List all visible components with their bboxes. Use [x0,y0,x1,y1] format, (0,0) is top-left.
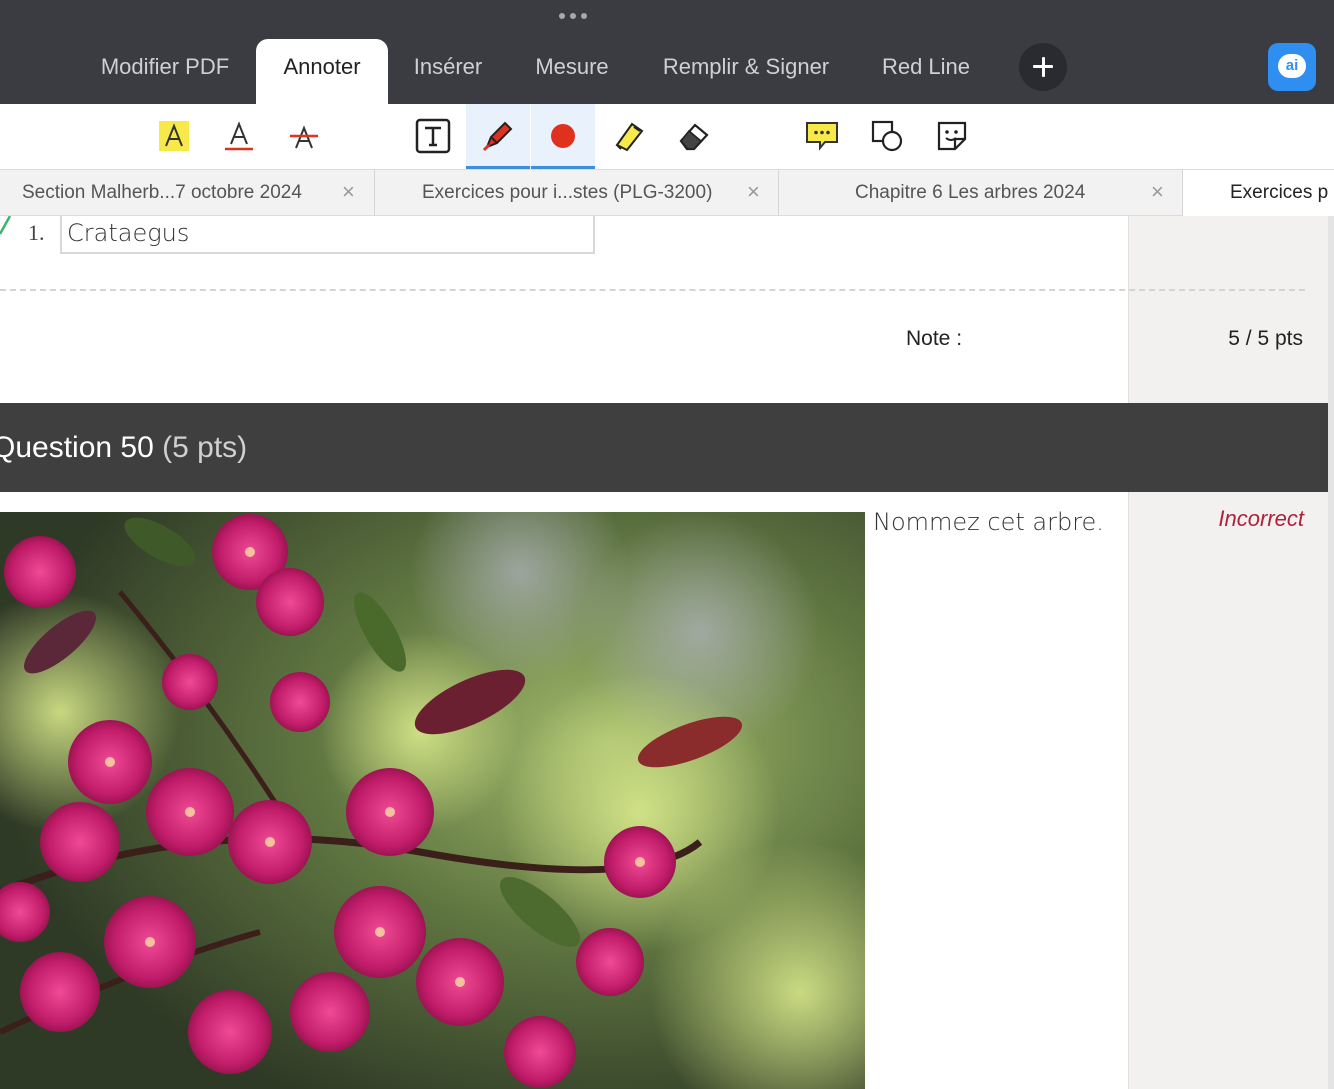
close-icon[interactable]: × [1151,181,1164,203]
close-icon[interactable]: × [747,181,760,203]
question-points: (5 pts) [162,431,248,464]
doc-tab-label: Exercices p [1230,182,1329,203]
note-value: 5 / 5 pts [1228,327,1303,350]
doc-tab-exercices-active[interactable]: Exercices p [1183,170,1334,216]
tab-red-line[interactable]: Red Line [862,39,990,104]
strikethrough-text-tool[interactable] [272,104,336,168]
underline-text-tool[interactable] [207,104,271,168]
question-header: Question 50 (5 pts) [0,403,1328,492]
pen-icon [482,121,513,152]
doc-tab-label: Chapitre 6 Les arbres 2024 [855,182,1086,203]
strikethrough-text-icon [290,125,318,149]
tab-inserer[interactable]: Insérer [395,39,501,104]
color-dot-icon [551,124,575,148]
comment-icon [806,122,838,151]
underline-text-icon [225,121,253,151]
doc-tab-exercices-plg[interactable]: Exercices pour i...stes (PLG-3200) × [375,170,779,216]
doc-tab-chapitre-6[interactable]: Chapitre 6 Les arbres 2024 × [779,170,1183,216]
question-text: Nommez cet arbre. [873,508,1104,536]
divider [0,289,1305,291]
document-page[interactable]: 1. Crataegus Note : 5 / 5 pts Question 5… [0,216,1334,1089]
sticker-icon [937,121,967,151]
eraser-icon [679,123,709,151]
pen-color-tool[interactable] [531,104,595,170]
eraser-tool[interactable] [662,104,726,168]
pen-tool[interactable] [466,104,530,170]
top-menu-bar: Modifier PDF Annoter Insérer Mesure Remp… [0,0,1334,104]
tree-photo [0,512,865,1089]
answer-number: 1. [28,220,45,245]
text-box-icon [415,118,451,154]
question-title: Question 50 (5 pts) [0,431,247,465]
comment-tool[interactable] [790,104,854,168]
ai-label: ai [1278,54,1306,78]
answer-field[interactable]: Crataegus [60,216,595,254]
sticker-tool[interactable] [920,104,984,168]
highlighter-icon [615,122,644,152]
flower-image [0,512,865,1089]
shapes-tool[interactable] [855,104,919,168]
document-tab-bar: Section Malherb...7 octobre 2024 × Exerc… [0,169,1334,216]
doc-tab-label: Exercices pour i...stes (PLG-3200) [422,182,713,203]
check-icon [0,216,12,235]
annotation-toolbar [0,104,1334,170]
tab-annoter[interactable]: Annoter [256,39,388,104]
ai-assistant-button[interactable]: ai [1268,43,1316,91]
status-incorrect: Incorrect [1218,506,1304,531]
tab-mesure[interactable]: Mesure [515,39,629,104]
doc-tab-section-malherbe[interactable]: Section Malherb...7 octobre 2024 × [0,170,375,216]
question-number: Question 50 [0,431,154,464]
more-dots-icon[interactable] [559,13,587,19]
highlight-text-icon [159,121,189,151]
note-label: Note : [906,327,963,350]
add-tab-button[interactable] [1019,43,1067,91]
doc-tab-label: Section Malherb...7 octobre 2024 [22,182,302,203]
highlighter-tool[interactable] [597,104,661,168]
page-edge [1328,216,1334,1089]
close-icon[interactable]: × [342,181,355,203]
tab-modifier-pdf[interactable]: Modifier PDF [80,39,250,104]
text-box-tool[interactable] [401,104,465,168]
shapes-icon [871,120,903,152]
highlight-text-tool[interactable] [142,104,206,168]
tab-remplir-signer[interactable]: Remplir & Signer [645,39,847,104]
